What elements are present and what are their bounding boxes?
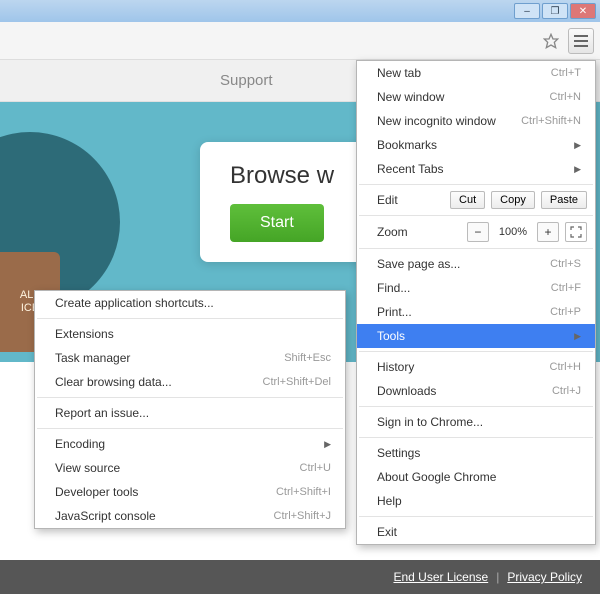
chevron-right-icon: ▶ [574,140,581,151]
menu-zoom-row: Zoom − 100% + [357,219,595,245]
maximize-button[interactable]: ❐ [542,3,568,19]
hero-heading: Browse w [230,162,350,190]
menu-downloads[interactable]: DownloadsCtrl+J [357,379,595,403]
chevron-right-icon: ▶ [324,439,331,450]
fullscreen-button[interactable] [565,222,587,242]
menu-separator [37,428,343,429]
tools-submenu: Create application shortcuts... Extensio… [34,290,346,529]
menu-help[interactable]: Help [357,489,595,513]
footer-privacy-link[interactable]: Privacy Policy [507,570,582,584]
menu-save-page[interactable]: Save page as...Ctrl+S [357,252,595,276]
footer: End User License | Privacy Policy [0,560,600,594]
menu-history[interactable]: HistoryCtrl+H [357,355,595,379]
menu-new-window[interactable]: New windowCtrl+N [357,85,595,109]
menu-signin[interactable]: Sign in to Chrome... [357,410,595,434]
menu-find[interactable]: Find...Ctrl+F [357,276,595,300]
paste-button[interactable]: Paste [541,191,587,209]
footer-separator: | [496,570,499,584]
submenu-report-issue[interactable]: Report an issue... [35,401,345,425]
menu-incognito[interactable]: New incognito windowCtrl+Shift+N [357,109,595,133]
submenu-task-manager[interactable]: Task managerShift+Esc [35,346,345,370]
menu-about[interactable]: About Google Chrome [357,465,595,489]
menu-exit[interactable]: Exit [357,520,595,544]
menu-tools[interactable]: Tools▶ [357,324,595,348]
menu-separator [359,406,593,407]
footer-eula-link[interactable]: End User License [393,570,488,584]
menu-separator [37,318,343,319]
window-titlebar: – ❐ ✕ [0,0,600,22]
chevron-right-icon: ▶ [574,331,581,342]
menu-separator [359,351,593,352]
menu-separator [359,516,593,517]
zoom-out-button[interactable]: − [467,222,489,242]
copy-button[interactable]: Copy [491,191,535,209]
chevron-right-icon: ▶ [574,164,581,175]
submenu-extensions[interactable]: Extensions [35,322,345,346]
chrome-main-menu: New tabCtrl+T New windowCtrl+N New incog… [356,60,596,545]
nav-support[interactable]: Support [220,72,273,89]
submenu-create-shortcuts[interactable]: Create application shortcuts... [35,291,345,315]
submenu-js-console[interactable]: JavaScript consoleCtrl+Shift+J [35,504,345,528]
bookmark-star-icon[interactable] [540,30,562,52]
menu-new-tab[interactable]: New tabCtrl+T [357,61,595,85]
submenu-encoding[interactable]: Encoding▶ [35,432,345,456]
zoom-in-button[interactable]: + [537,222,559,242]
menu-separator [359,248,593,249]
menu-settings[interactable]: Settings [357,441,595,465]
submenu-view-source[interactable]: View sourceCtrl+U [35,456,345,480]
hero-card: Browse w Start [200,142,380,262]
submenu-developer-tools[interactable]: Developer toolsCtrl+Shift+I [35,480,345,504]
menu-edit-row: Edit Cut Copy Paste [357,188,595,212]
menu-edit-label: Edit [377,193,444,207]
menu-separator [359,184,593,185]
browser-toolbar [0,22,600,60]
minimize-button[interactable]: – [514,3,540,19]
cut-button[interactable]: Cut [450,191,485,209]
menu-separator [359,437,593,438]
menu-separator [37,397,343,398]
close-button[interactable]: ✕ [570,3,596,19]
menu-zoom-label: Zoom [377,225,461,239]
menu-bookmarks[interactable]: Bookmarks▶ [357,133,595,157]
submenu-clear-data[interactable]: Clear browsing data...Ctrl+Shift+Del [35,370,345,394]
menu-print[interactable]: Print...Ctrl+P [357,300,595,324]
menu-recent-tabs[interactable]: Recent Tabs▶ [357,157,595,181]
menu-separator [359,215,593,216]
zoom-value: 100% [495,226,531,238]
menu-button[interactable] [568,28,594,54]
start-button[interactable]: Start [230,204,324,242]
